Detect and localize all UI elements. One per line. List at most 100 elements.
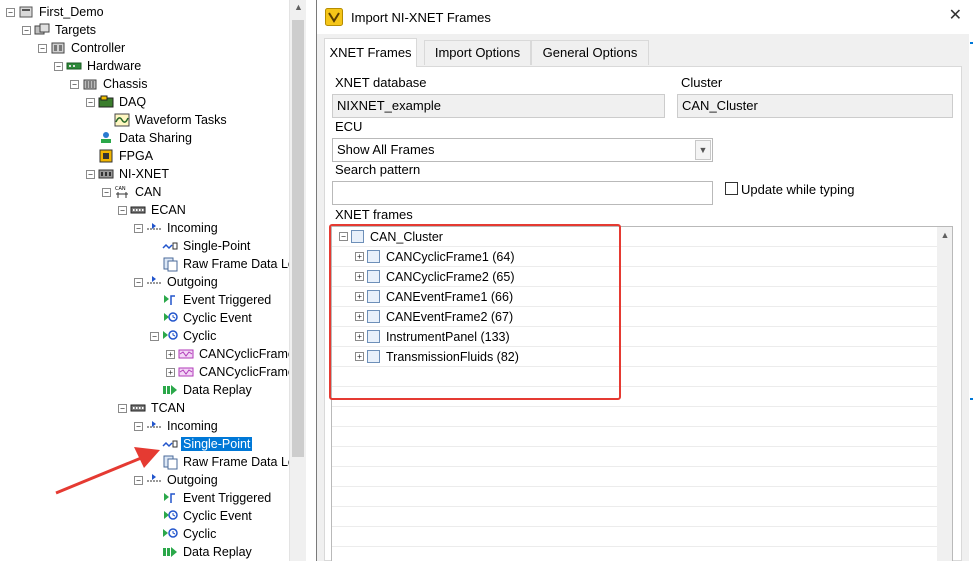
collapse-icon[interactable]: − xyxy=(150,331,159,341)
collapse-icon[interactable]: − xyxy=(134,277,143,287)
frame-checkbox[interactable] xyxy=(367,330,380,343)
frame-row[interactable]: + CANCyclicFrame1 (64) xyxy=(332,247,937,267)
collapse-icon[interactable]: − xyxy=(86,169,95,179)
import-frames-dialog: Import NI-XNET Frames ✕ XNET Frames Impo… xyxy=(316,0,973,561)
expand-icon[interactable]: + xyxy=(166,349,175,359)
tree-item[interactable]: FPGA xyxy=(86,147,155,165)
collapse-icon[interactable]: − xyxy=(86,97,95,107)
tree-item[interactable]: Cyclic xyxy=(150,525,218,543)
frame-checkbox[interactable] xyxy=(367,310,380,323)
collapse-icon[interactable]: − xyxy=(134,223,143,233)
tree-item[interactable]: − Incoming xyxy=(134,219,220,237)
frame-checkbox[interactable] xyxy=(367,250,380,263)
frame-checkbox[interactable] xyxy=(351,230,364,243)
collapse-icon[interactable]: − xyxy=(118,205,127,215)
tree-item[interactable]: Single-Point xyxy=(150,435,253,453)
frame-row[interactable]: + CANEventFrame2 (67) xyxy=(332,307,937,327)
tree-scrollbar[interactable]: ▲ xyxy=(289,0,306,561)
frame-row[interactable]: + InstrumentPanel (133) xyxy=(332,327,937,347)
collapse-icon[interactable]: − xyxy=(6,7,15,17)
expand-icon[interactable]: + xyxy=(355,332,364,341)
cyclic-event-icon xyxy=(162,508,178,524)
chevron-down-icon[interactable]: ▼ xyxy=(695,140,711,160)
tree-item[interactable]: − Chassis xyxy=(70,75,149,93)
tree-item[interactable]: − Outgoing xyxy=(134,273,220,291)
tree-item-label: Event Triggered xyxy=(183,293,272,307)
tree-item[interactable]: − ECAN xyxy=(118,201,188,219)
tab-import-options[interactable]: Import Options xyxy=(424,40,531,65)
scroll-up-arrow-icon[interactable]: ▲ xyxy=(290,2,306,18)
collapse-icon[interactable]: − xyxy=(339,232,348,241)
tree-item-label: Controller xyxy=(71,41,126,55)
expand-icon[interactable]: + xyxy=(355,352,364,361)
tree-item[interactable]: Event Triggered xyxy=(150,291,273,309)
tree-item[interactable]: Raw Frame Data Lo xyxy=(150,255,297,273)
collapse-icon[interactable]: − xyxy=(134,421,143,431)
empty-row xyxy=(332,407,937,427)
frame-checkbox[interactable] xyxy=(367,350,380,363)
frames-scrollbar[interactable]: ▲ xyxy=(937,227,952,561)
frame-row[interactable]: + CANCyclicFrame2 (65) xyxy=(332,267,937,287)
frame-checkbox[interactable] xyxy=(367,290,380,303)
collapse-icon[interactable]: − xyxy=(54,61,63,71)
can-icon: CAN xyxy=(114,184,130,200)
tree-item[interactable]: Cyclic Event xyxy=(150,309,254,327)
tree-item[interactable]: Event Triggered xyxy=(150,489,273,507)
tree-item[interactable]: − DAQ xyxy=(86,93,148,111)
frame-row[interactable]: + TransmissionFluids (82) xyxy=(332,347,937,367)
tree-scroll-thumb[interactable] xyxy=(292,20,304,457)
tree-item-label: Single-Point xyxy=(183,239,251,253)
collapse-icon[interactable]: − xyxy=(38,43,47,53)
tree-item[interactable]: − Outgoing xyxy=(134,471,220,489)
frame-label: CANCyclicFrame1 (64) xyxy=(386,249,515,264)
tree-item[interactable]: Waveform Tasks xyxy=(102,111,229,129)
tree-item[interactable]: + CANCyclicFrame xyxy=(166,363,297,381)
update-while-typing-checkbox[interactable] xyxy=(725,182,738,195)
collapse-icon[interactable]: − xyxy=(22,25,31,35)
tree-item[interactable]: − Incoming xyxy=(134,417,220,435)
collapse-icon[interactable]: − xyxy=(134,475,143,485)
expand-icon[interactable]: + xyxy=(355,292,364,301)
tree-item-label: Outgoing xyxy=(167,473,218,487)
tree-item[interactable]: + CANCyclicFrame xyxy=(166,345,297,363)
frame-row[interactable]: + CANEventFrame1 (66) xyxy=(332,287,937,307)
tree-item-label: Data Sharing xyxy=(119,131,192,145)
expand-icon[interactable]: + xyxy=(166,367,175,377)
tree-item[interactable]: − First_Demo xyxy=(6,3,106,21)
ecu-select[interactable]: Show All Frames ▼ xyxy=(332,138,713,162)
close-icon[interactable]: ✕ xyxy=(949,8,962,24)
expand-icon[interactable]: + xyxy=(355,272,364,281)
tree-item[interactable]: − NI-XNET xyxy=(86,165,171,183)
xnet-frames-list[interactable]: − CAN_Cluster + CANCyclicFrame1 (64) + CANC… xyxy=(331,226,953,561)
tab-xnet-frames[interactable]: XNET Frames xyxy=(324,38,417,67)
tree-item[interactable]: Single-Point xyxy=(150,237,252,255)
collapse-icon[interactable]: − xyxy=(70,79,79,89)
tree-item[interactable]: − Targets xyxy=(22,21,98,39)
expand-icon[interactable]: + xyxy=(355,312,364,321)
tree-item[interactable]: − TCAN xyxy=(118,399,187,417)
tree-item-label: Waveform Tasks xyxy=(135,113,227,127)
tree-item[interactable]: Data Replay xyxy=(150,543,254,561)
tree-item[interactable]: − Controller xyxy=(38,39,127,57)
tree-item-label: CANCyclicFrame xyxy=(199,347,295,361)
data-sharing-icon xyxy=(98,130,114,146)
tree-item[interactable]: − Cyclic xyxy=(150,327,218,345)
tab-general-options[interactable]: General Options xyxy=(531,40,649,65)
tree-item-label: Data Replay xyxy=(183,545,252,559)
scroll-up-arrow-icon[interactable]: ▲ xyxy=(937,230,952,240)
tree-item[interactable]: Raw Frame Data Lo xyxy=(150,453,297,471)
expand-icon[interactable]: + xyxy=(355,252,364,261)
empty-row xyxy=(332,427,937,447)
collapse-icon[interactable]: − xyxy=(118,403,127,413)
tree-item[interactable]: − CAN CAN xyxy=(102,183,163,201)
frames-root-row[interactable]: − CAN_Cluster xyxy=(332,227,937,247)
collapse-icon[interactable]: − xyxy=(102,187,111,197)
frame-checkbox[interactable] xyxy=(367,270,380,283)
tree-item[interactable]: Data Replay xyxy=(150,381,254,399)
raw-frame-icon xyxy=(162,256,178,272)
search-pattern-input[interactable] xyxy=(332,181,713,205)
tree-item[interactable]: Cyclic Event xyxy=(150,507,254,525)
tree-item[interactable]: Data Sharing xyxy=(86,129,194,147)
frame-label: CANEventFrame2 (67) xyxy=(386,309,514,324)
tree-item[interactable]: − Hardware xyxy=(54,57,143,75)
